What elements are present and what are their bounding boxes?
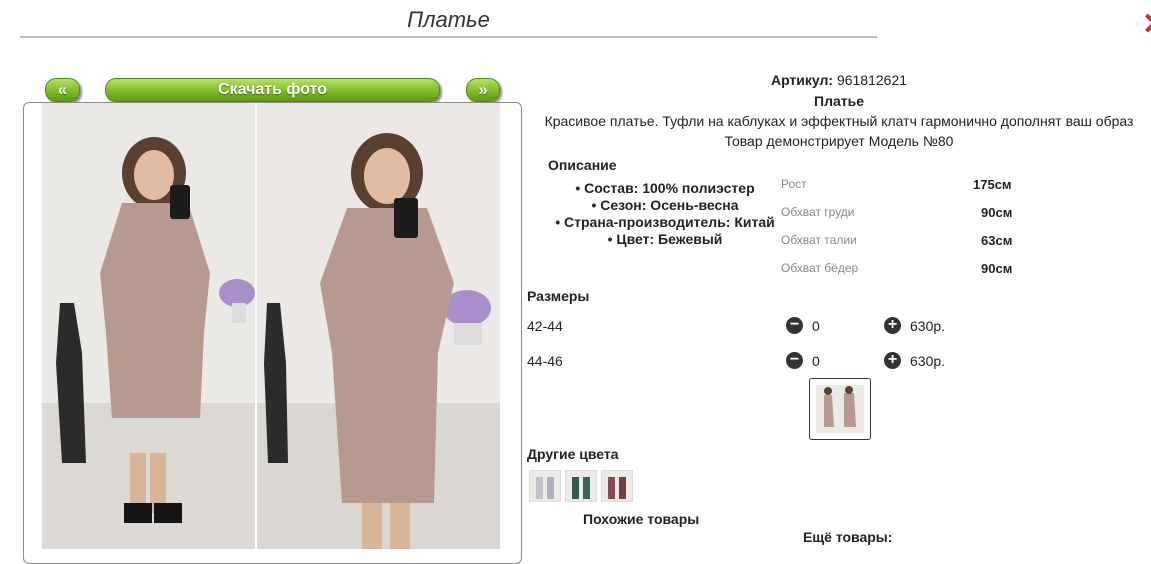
- description-item: Состав: 100% полиэстер: [540, 180, 790, 197]
- next-photo-button[interactable]: »: [466, 78, 500, 102]
- description-item: Цвет: Бежевый: [540, 231, 790, 248]
- measure-value-height: 175см: [973, 177, 1012, 192]
- download-photo-button[interactable]: Скачать фото: [105, 78, 440, 102]
- measure-value-waist: 63см: [981, 233, 1013, 248]
- prev-photo-button[interactable]: «: [45, 78, 80, 102]
- article-label: Артикул:: [770, 72, 834, 88]
- measure-value-hips: 90см: [981, 261, 1013, 276]
- article-line: Артикул: 961812621: [527, 72, 1151, 88]
- description-item: Страна-производитель: Китай: [540, 214, 790, 231]
- other-colors-title: Другие цвета: [527, 446, 619, 462]
- measure-label-chest: Обхват груди: [781, 205, 855, 219]
- measure-value-chest: 90см: [981, 205, 1013, 220]
- color-swatch[interactable]: [601, 470, 633, 502]
- product-name: Платье: [814, 93, 864, 109]
- model-note: Товар демонстрирует Модель №80: [724, 133, 954, 149]
- color-swatch[interactable]: [565, 470, 597, 502]
- color-swatch[interactable]: [529, 470, 561, 502]
- size-qty: 0: [812, 318, 820, 334]
- article-value: 961812621: [836, 72, 908, 88]
- photo-left: [42, 103, 255, 549]
- minus-circle-icon[interactable]: −: [786, 317, 803, 334]
- description-list: Состав: 100% полиэстер Сезон: Осень-весн…: [540, 180, 790, 248]
- more-products-title: Ещё товары:: [803, 529, 893, 545]
- product-tagline: Красивое платье. Туфли на каблуках и эфф…: [544, 113, 1134, 129]
- close-icon[interactable]: ✕: [1142, 10, 1151, 40]
- product-photo[interactable]: [42, 103, 500, 549]
- description-item: Сезон: Осень-весна: [540, 197, 790, 214]
- plus-circle-icon[interactable]: +: [884, 352, 901, 369]
- minus-circle-icon[interactable]: −: [786, 352, 803, 369]
- page-title: Платье: [20, 6, 877, 38]
- size-label: 44-46: [527, 353, 563, 369]
- photo-right: [257, 103, 500, 549]
- size-price: 630р.: [910, 353, 946, 369]
- size-label: 42-44: [527, 318, 563, 334]
- plus-circle-icon[interactable]: +: [884, 317, 901, 334]
- photo-thumbnail[interactable]: [809, 378, 871, 440]
- size-price: 630р.: [910, 318, 946, 334]
- similar-products-title: Похожие товары: [583, 511, 700, 527]
- measure-label-height: Рост: [781, 177, 807, 191]
- sizes-title: Размеры: [527, 288, 590, 304]
- measure-label-waist: Обхват талии: [781, 233, 857, 247]
- size-qty: 0: [812, 353, 820, 369]
- description-title: Описание: [548, 157, 617, 173]
- measure-label-hips: Обхват бёдер: [781, 261, 859, 275]
